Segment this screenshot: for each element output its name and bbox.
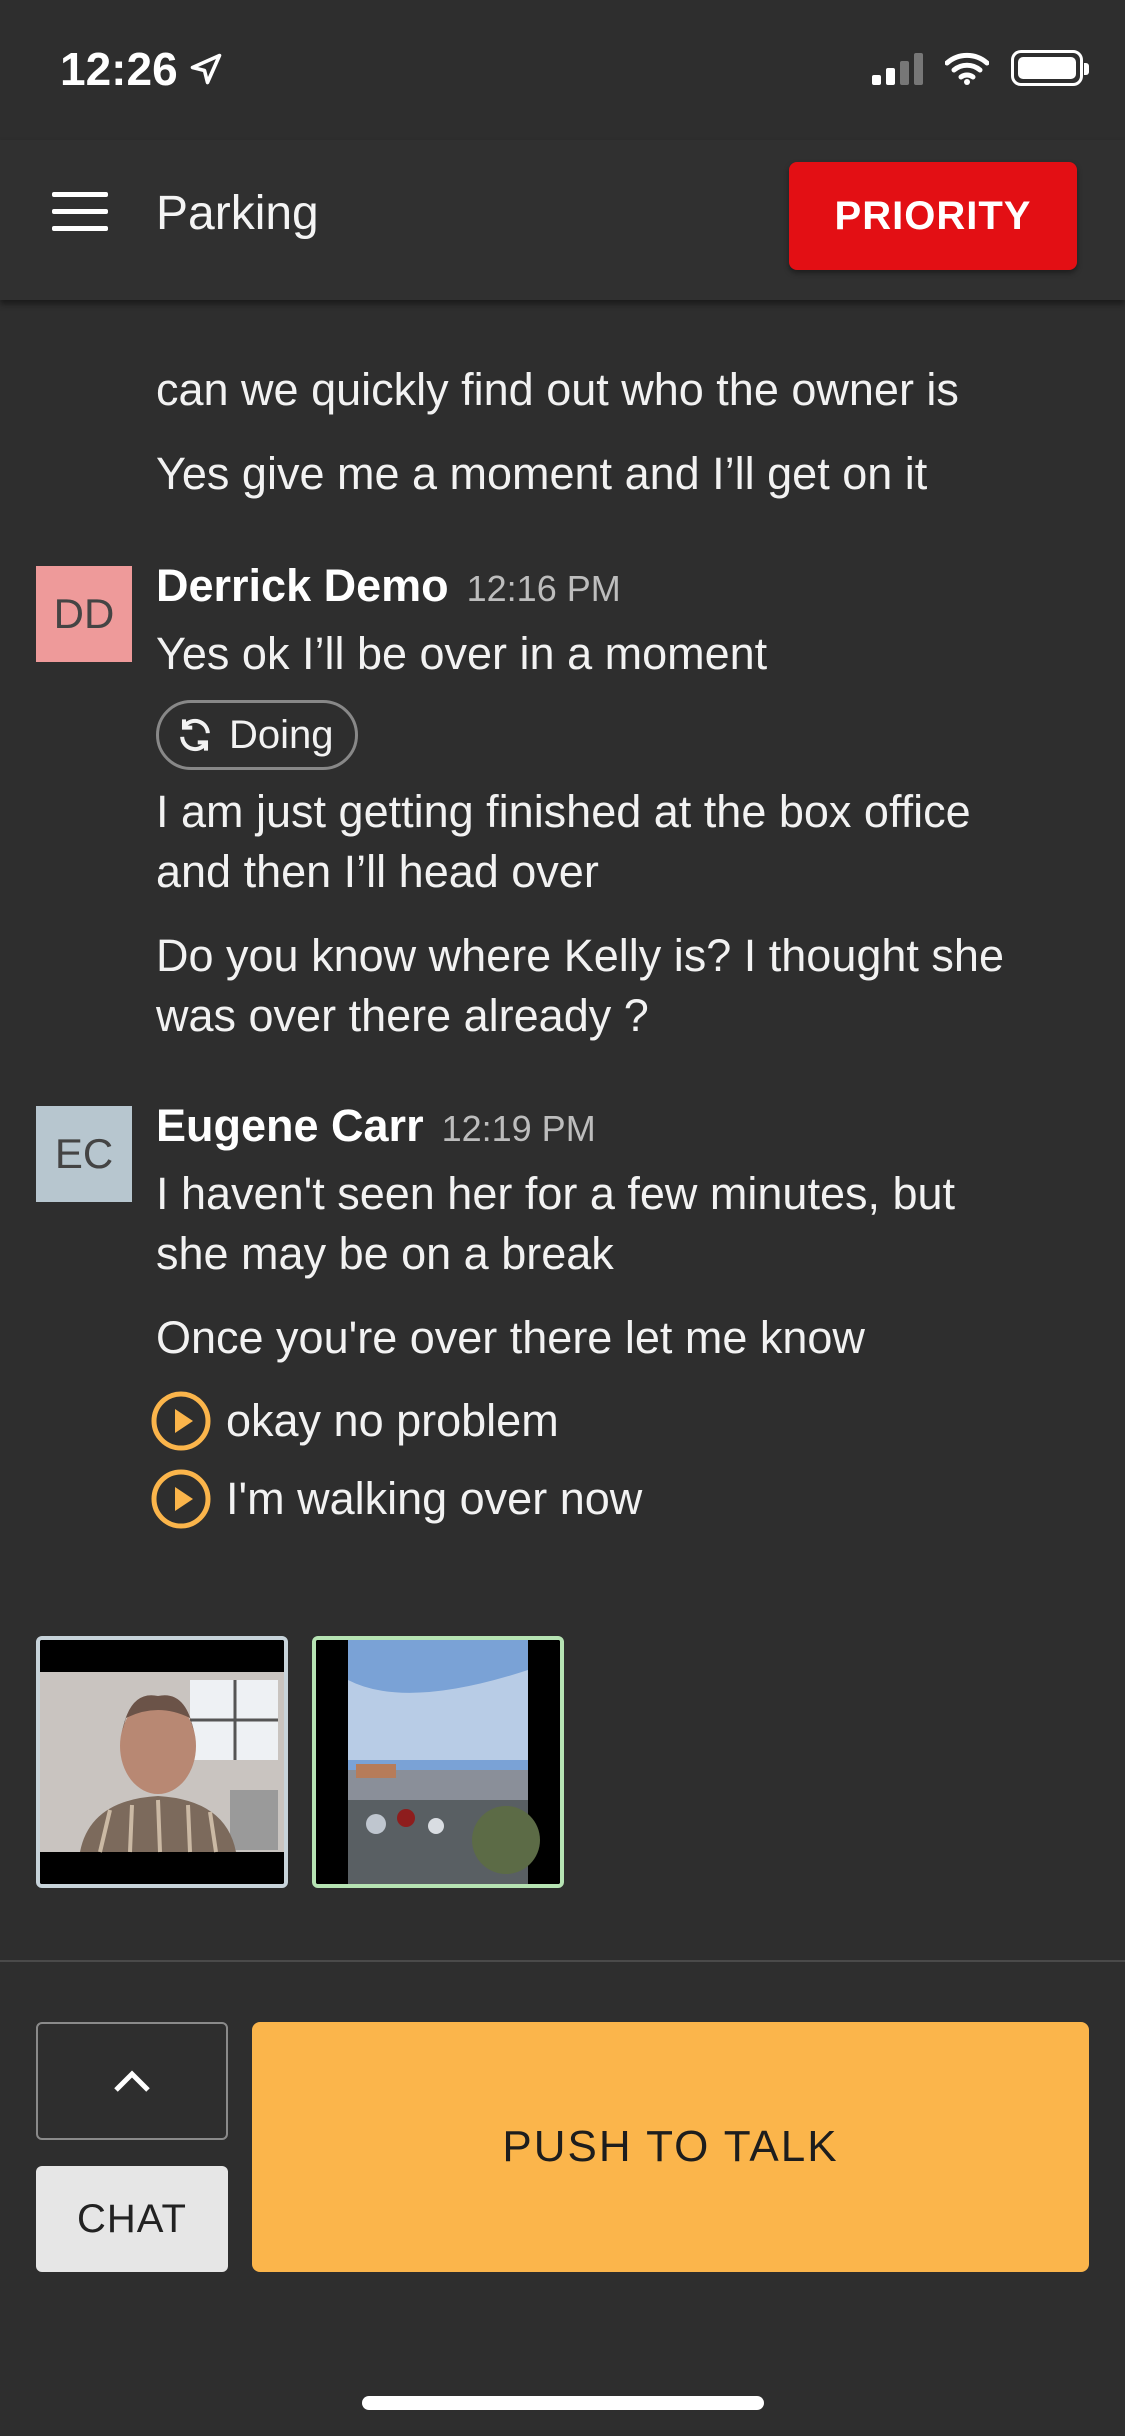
wifi-icon	[945, 52, 989, 85]
photo-thumbnail[interactable]	[312, 1636, 564, 1888]
status-time-text: 12:26	[60, 43, 178, 95]
audio-message[interactable]: okay no problem	[150, 1390, 559, 1452]
chat-button[interactable]: CHAT	[36, 2166, 228, 2272]
status-icons	[872, 50, 1089, 86]
audio-message-label: I'm walking over now	[226, 1473, 643, 1524]
sender-name-text: Derrick Demo	[156, 560, 449, 611]
status-pill[interactable]: Doing	[156, 700, 358, 770]
message-text: she may be on a break	[156, 1228, 614, 1279]
message-text: and then I’ll head over	[156, 846, 599, 897]
sender-name: Eugene Carr 12:19 PM	[156, 1100, 596, 1152]
message-text: I haven't seen her for a few minutes, bu…	[156, 1168, 956, 1219]
push-to-talk-button[interactable]: PUSH TO TALK	[252, 2022, 1089, 2272]
header-bar: Parking PRIORITY	[0, 140, 1125, 300]
cellular-signal-icon	[872, 51, 923, 85]
refresh-icon	[180, 718, 210, 752]
photo-thumbnail-image	[316, 1640, 560, 1884]
avatar: EC	[36, 1106, 132, 1202]
message-timestamp: 12:16 PM	[466, 568, 621, 609]
video-thumbnail-image	[40, 1640, 284, 1884]
message-text: Once you're over there let me know	[156, 1312, 865, 1363]
menu-icon[interactable]	[52, 192, 112, 248]
channel-title: Parking	[156, 187, 319, 240]
play-icon[interactable]	[150, 1390, 212, 1452]
divider	[0, 1960, 1125, 1962]
message-text: Yes give me a moment and I’ll get on it	[156, 448, 928, 499]
priority-button[interactable]: PRIORITY	[789, 162, 1077, 270]
message-text: can we quickly find out who the owner is	[156, 364, 959, 415]
play-icon[interactable]	[150, 1468, 212, 1530]
audio-message-label: okay no problem	[226, 1395, 559, 1446]
message-text: I am just getting finished at the box of…	[156, 786, 971, 837]
home-indicator[interactable]	[362, 2396, 764, 2410]
message-text: Yes ok I’ll be over in a moment	[156, 628, 768, 679]
message-text: was over there already ?	[156, 990, 649, 1041]
sender-name: Derrick Demo 12:16 PM	[156, 560, 621, 612]
avatar: DD	[36, 566, 132, 662]
status-bar: 12:26	[0, 0, 1125, 140]
expand-button[interactable]	[36, 2022, 228, 2140]
chevron-up-icon	[114, 2070, 150, 2092]
message-timestamp: 12:19 PM	[441, 1108, 596, 1149]
video-thumbnail[interactable]	[36, 1636, 288, 1888]
sender-name-text: Eugene Carr	[156, 1100, 424, 1151]
location-arrow-icon	[190, 53, 221, 85]
audio-message[interactable]: I'm walking over now	[150, 1468, 642, 1530]
battery-icon	[1011, 50, 1089, 86]
message-text: Do you know where Kelly is? I thought sh…	[156, 930, 1004, 981]
status-pill-label: Doing	[229, 712, 334, 757]
status-time: 12:26	[60, 42, 224, 96]
